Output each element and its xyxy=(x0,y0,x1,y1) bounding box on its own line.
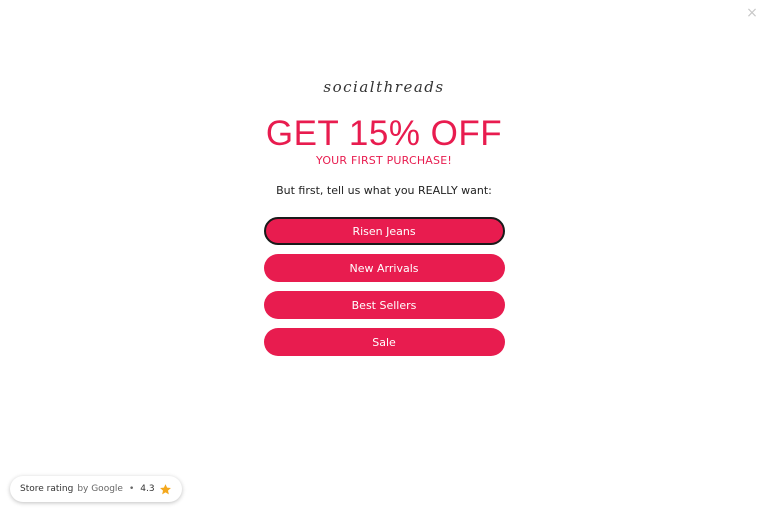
star-icon xyxy=(159,483,172,496)
rating-source: by Google xyxy=(77,484,123,494)
rating-value: 4.3 xyxy=(140,484,155,494)
signup-popup: socialthreads GET 15% OFF YOUR FIRST PUR… xyxy=(0,0,768,356)
question-prompt: But first, tell us what you REALLY want: xyxy=(276,184,492,197)
store-rating-badge[interactable]: Store rating by Google • 4.3 xyxy=(10,476,182,502)
option-list: Risen Jeans New Arrivals Best Sellers Sa… xyxy=(263,217,505,356)
option-button-best-sellers[interactable]: Best Sellers xyxy=(263,291,505,319)
discount-subheadline: YOUR FIRST PURCHASE! xyxy=(316,154,452,167)
option-button-sale[interactable]: Sale xyxy=(263,328,505,356)
option-button-new-arrivals[interactable]: New Arrivals xyxy=(263,254,505,282)
rating-separator: • xyxy=(128,484,135,494)
option-button-risen-jeans[interactable]: Risen Jeans xyxy=(263,217,505,245)
brand-logo: socialthreads xyxy=(323,78,445,96)
discount-headline: GET 15% OFF xyxy=(265,114,503,153)
rating-label: Store rating xyxy=(20,484,74,494)
